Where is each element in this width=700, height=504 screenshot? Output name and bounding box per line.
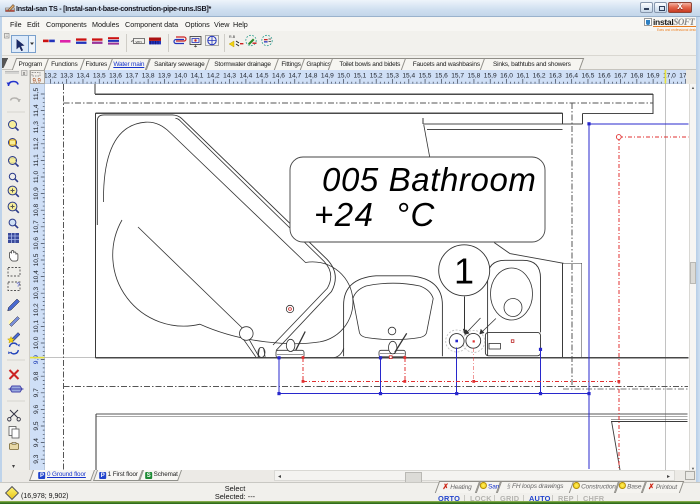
svg-text:005 Bathroom: 005 Bathroom	[322, 161, 537, 198]
svg-text:16,1: 16,1	[516, 73, 529, 80]
svg-text:9,6: 9,6	[33, 404, 40, 413]
svg-text:15,8: 15,8	[468, 73, 481, 80]
svg-text:14,3: 14,3	[223, 73, 236, 80]
svg-text:13,9: 13,9	[158, 73, 171, 80]
svg-text:10,9: 10,9	[33, 187, 40, 200]
svg-text:16,8: 16,8	[630, 73, 643, 80]
svg-text:14,5: 14,5	[256, 73, 269, 80]
svg-text:14,4: 14,4	[239, 73, 252, 80]
svg-text:14,2: 14,2	[207, 73, 220, 80]
svg-text:14,9: 14,9	[321, 73, 334, 80]
svg-text:15,6: 15,6	[435, 73, 448, 80]
svg-text:15,2: 15,2	[370, 73, 383, 80]
svg-text:16,7: 16,7	[614, 73, 627, 80]
svg-text:13,6: 13,6	[109, 73, 122, 80]
svg-text:13,4: 13,4	[77, 73, 90, 80]
svg-text:15,7: 15,7	[451, 73, 464, 80]
svg-text:15,9: 15,9	[484, 73, 497, 80]
svg-text:16,5: 16,5	[582, 73, 595, 80]
svg-text:10,2: 10,2	[33, 303, 40, 316]
svg-text:11,1: 11,1	[33, 154, 40, 167]
svg-text:14,1: 14,1	[191, 73, 204, 80]
svg-text:9,8: 9,8	[33, 371, 40, 380]
svg-text:10,1: 10,1	[33, 320, 40, 333]
svg-text:16,6: 16,6	[598, 73, 611, 80]
svg-text:15,0: 15,0	[337, 73, 350, 80]
svg-text:9,9: 9,9	[33, 355, 40, 364]
svg-text:10,4: 10,4	[33, 270, 40, 283]
svg-text:10,3: 10,3	[33, 286, 40, 299]
svg-text:10,7: 10,7	[33, 220, 40, 233]
svg-text:15,5: 15,5	[419, 73, 432, 80]
svg-text:+24 °C: +24 °C	[314, 196, 436, 233]
svg-text:ven: ven	[136, 40, 142, 44]
svg-text:14,6: 14,6	[272, 73, 285, 80]
svg-text:10,8: 10,8	[33, 203, 40, 216]
svg-text:10,0: 10,0	[33, 336, 40, 349]
svg-text:16,4: 16,4	[565, 73, 578, 80]
svg-text:13,5: 13,5	[93, 73, 106, 80]
svg-text:15,4: 15,4	[402, 73, 415, 80]
svg-text:10,6: 10,6	[33, 237, 40, 250]
svg-text:16,9: 16,9	[647, 73, 660, 80]
svg-text:11,3: 11,3	[33, 121, 40, 134]
svg-text:13,2: 13,2	[45, 73, 57, 80]
svg-text:13,7: 13,7	[125, 73, 138, 80]
svg-text:R-B: R-B	[229, 35, 236, 39]
svg-text:15,3: 15,3	[386, 73, 399, 80]
svg-text:14,0: 14,0	[174, 73, 187, 80]
svg-text:9,7: 9,7	[33, 388, 40, 397]
svg-text:16,0: 16,0	[500, 73, 513, 80]
svg-text:11,0: 11,0	[33, 170, 40, 183]
svg-text:11,2: 11,2	[33, 137, 40, 150]
svg-text:17,1: 17,1	[679, 73, 686, 80]
svg-text:15,1: 15,1	[353, 73, 366, 80]
svg-text:9,3: 9,3	[33, 454, 40, 463]
svg-text:10,5: 10,5	[33, 253, 40, 266]
svg-text:14,8: 14,8	[305, 73, 318, 80]
svg-text:13,3: 13,3	[60, 73, 73, 80]
svg-text:13,8: 13,8	[142, 73, 155, 80]
svg-text:1: 1	[454, 251, 474, 292]
svg-text:9,5: 9,5	[33, 421, 40, 430]
svg-text:16,2: 16,2	[533, 73, 546, 80]
svg-text:11,5: 11,5	[33, 87, 40, 100]
svg-text:11,4: 11,4	[33, 104, 40, 117]
svg-text:9,4: 9,4	[33, 438, 40, 447]
svg-text:14,7: 14,7	[288, 73, 301, 80]
svg-text:16,3: 16,3	[549, 73, 562, 80]
